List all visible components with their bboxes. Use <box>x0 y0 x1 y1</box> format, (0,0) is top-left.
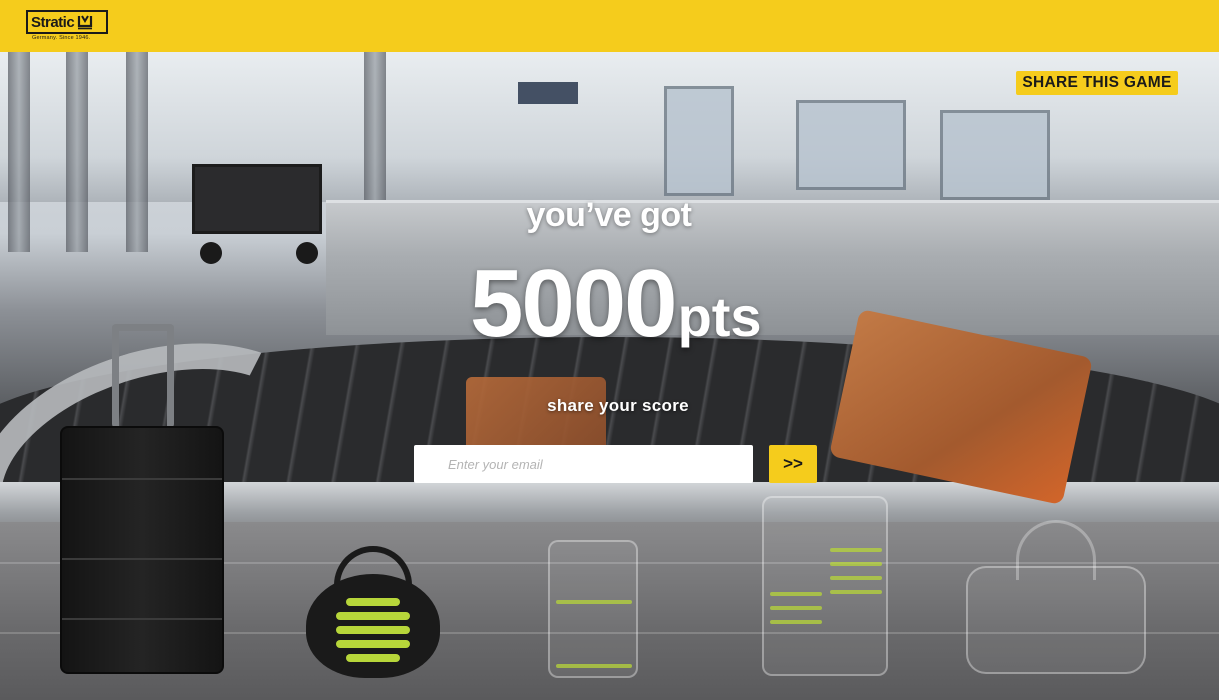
logo-box: Stratic <box>26 10 108 34</box>
result-heading: you’ve got <box>526 196 692 234</box>
round-bag[interactable] <box>306 574 440 678</box>
logo-wordmark: Stratic <box>31 13 75 31</box>
share-game-button[interactable]: SHARE THIS GAME <box>1016 71 1178 95</box>
lime-stripe <box>556 600 632 604</box>
lime-stripe <box>336 640 410 648</box>
pillar <box>66 52 88 252</box>
score-display: 5000 pts <box>470 256 810 352</box>
score-unit: pts <box>677 285 762 348</box>
ghost-backpack[interactable] <box>548 540 638 678</box>
lime-stripe <box>830 576 882 580</box>
ghost-suitcase[interactable] <box>762 496 888 676</box>
lime-stripe <box>346 654 400 662</box>
lime-stripe <box>556 664 632 668</box>
top-bar: Stratic Germany. Since 1946. <box>0 0 1219 52</box>
window-panel <box>796 100 906 190</box>
email-input[interactable] <box>414 445 753 483</box>
case-seam <box>62 558 222 560</box>
lime-stripe <box>830 562 882 566</box>
lime-stripe <box>336 612 410 620</box>
suitcase-handle-icon <box>78 15 93 30</box>
pillar <box>8 52 30 252</box>
score-value: 5000 <box>470 250 678 357</box>
lime-stripe <box>830 548 882 552</box>
lime-stripe <box>770 620 822 624</box>
luggage-trolley <box>192 164 322 234</box>
window-panel <box>664 86 734 196</box>
share-score-label: share your score <box>547 396 689 415</box>
pillar <box>126 52 148 252</box>
trolley-wheel <box>296 242 318 264</box>
lime-stripe <box>830 590 882 594</box>
ghost-duffel-bag[interactable] <box>966 566 1146 674</box>
lime-stripe <box>336 626 410 634</box>
trolley-case-handle <box>112 324 174 428</box>
lime-stripe <box>770 606 822 610</box>
trolley-case-bag[interactable] <box>60 426 224 674</box>
lime-stripe <box>346 598 400 606</box>
stratic-logo[interactable]: Stratic Germany. Since 1946. <box>26 10 108 44</box>
submit-email-button[interactable]: >> <box>769 445 817 483</box>
window-panel <box>940 110 1050 200</box>
case-seam <box>62 478 222 480</box>
lime-stripe <box>770 592 822 596</box>
airport-sign <box>518 82 578 104</box>
logo-tagline: Germany. Since 1946. <box>32 35 91 41</box>
trolley-wheel <box>200 242 222 264</box>
case-seam <box>62 618 222 620</box>
